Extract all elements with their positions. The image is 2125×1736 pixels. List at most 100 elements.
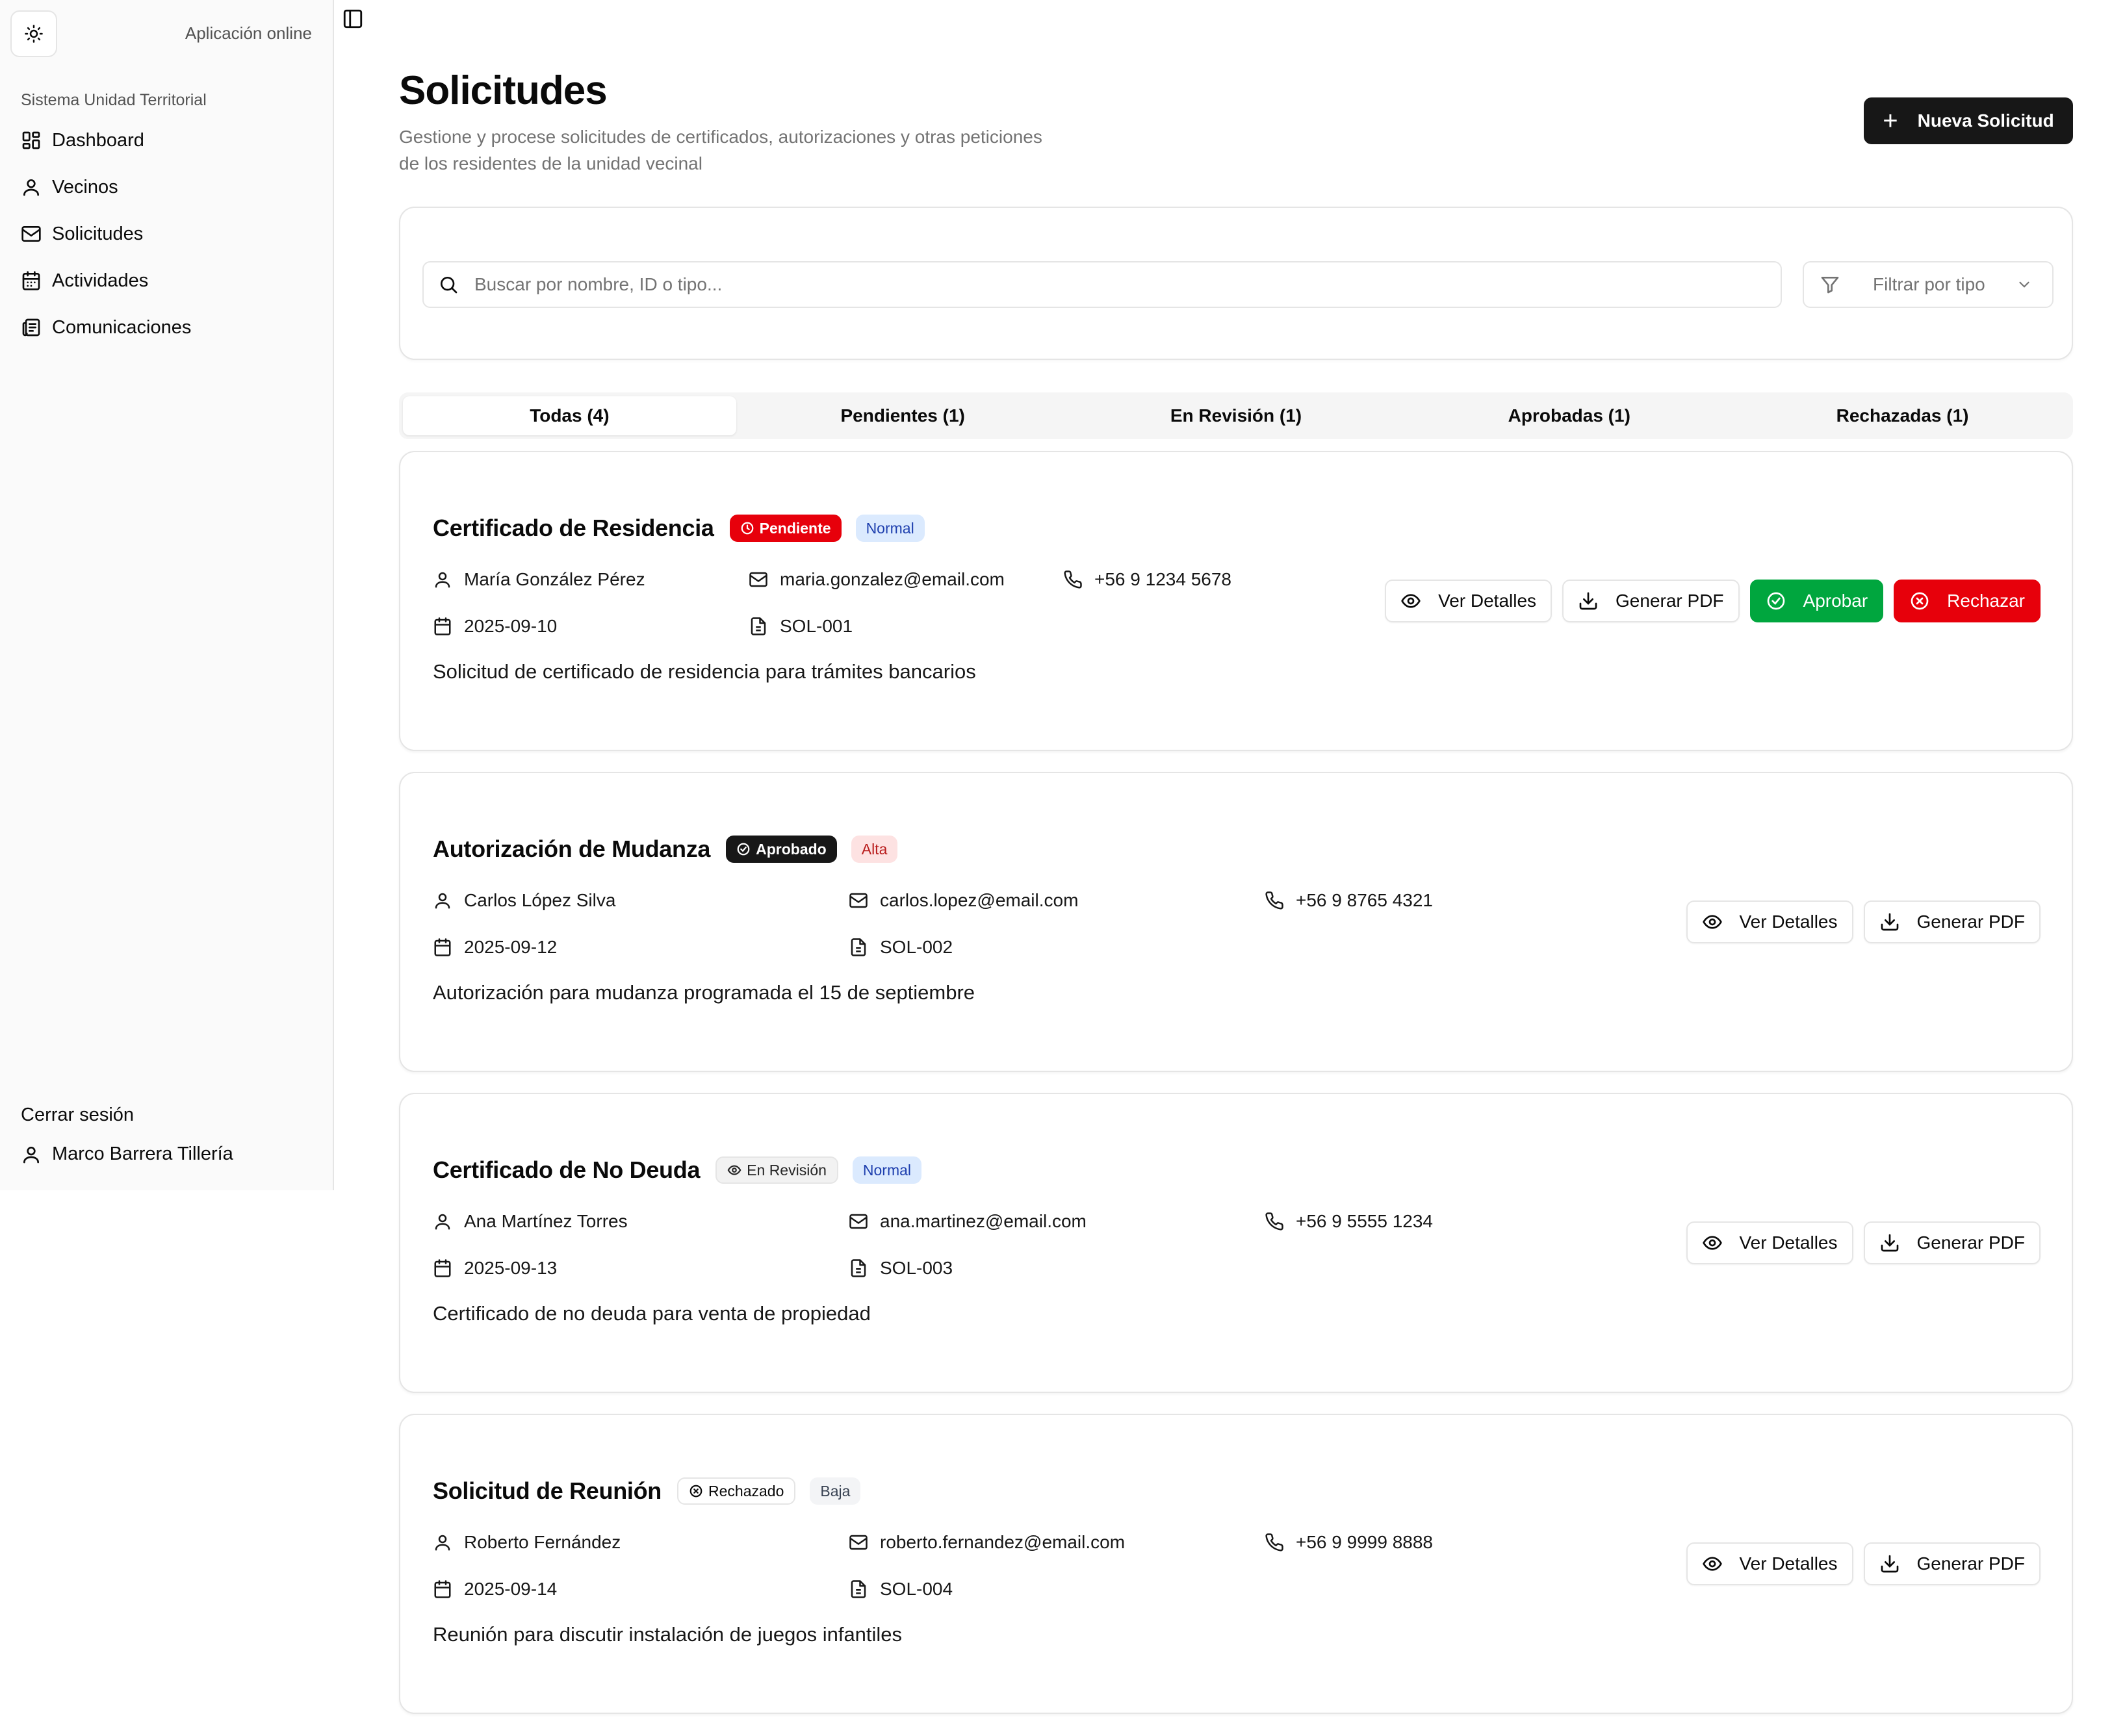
requester-name-text: María González Pérez <box>464 569 645 589</box>
request-title: Solicitud de Reunión <box>433 1477 662 1504</box>
view-details-label: Ver Detalles <box>1739 1553 1838 1574</box>
reject-label: Rechazar <box>1947 591 2025 611</box>
requester-email-text: roberto.fernandez@email.com <box>880 1532 1126 1552</box>
status-tabs: Todas (4) Pendientes (1) En Revisión (1)… <box>399 392 2073 439</box>
online-status: Aplicación online <box>185 23 312 43</box>
requester-name-text: Roberto Fernández <box>464 1532 621 1552</box>
type-filter-select[interactable]: Filtrar por tipo <box>1803 261 2054 308</box>
user-icon <box>435 1214 450 1230</box>
sidebar-nav: Dashboard Vecinos Solicitudes Actividade… <box>10 117 322 351</box>
generate-pdf-button[interactable]: Generar PDF <box>1562 580 1740 622</box>
status-badge: En Revisión <box>715 1156 838 1184</box>
calendar-icon <box>434 617 451 635</box>
requester-name: Carlos López Silva <box>433 890 615 911</box>
sidebar-toggle-icon[interactable] <box>342 8 364 30</box>
status-label: Pendiente <box>759 519 831 537</box>
request-description: Certificado de no deuda para venta de pr… <box>433 1302 871 1325</box>
priority-badge: Normal <box>855 515 925 542</box>
request-card: Certificado de No Deuda En Revisión Norm… <box>399 1093 2073 1393</box>
sidebar-item-actividades[interactable]: Actividades <box>10 257 322 304</box>
view-details-button[interactable]: Ver Detalles <box>1385 580 1552 622</box>
requester-phone-text: +56 9 5555 1234 <box>1296 1211 1433 1231</box>
eye-icon <box>1702 915 1722 929</box>
sidebar-item-label: Solicitudes <box>52 223 144 244</box>
sidebar-item-dashboard[interactable]: Dashboard <box>10 117 322 164</box>
eye-icon <box>727 1165 741 1175</box>
sidebar-item-solicitudes[interactable]: Solicitudes <box>10 211 322 257</box>
sidebar: Aplicación online Sistema Unidad Territo… <box>0 0 334 1190</box>
tab-rechazadas[interactable]: Rechazadas (1) <box>1736 396 2069 435</box>
logout-link[interactable]: Cerrar sesión <box>21 1104 134 1126</box>
requester-phone: +56 9 8765 4321 <box>1265 890 1433 911</box>
mail-icon <box>749 572 767 587</box>
document-icon <box>851 1259 866 1277</box>
search-icon <box>441 277 457 294</box>
plus-icon: + <box>1883 107 1898 135</box>
user-profile[interactable]: Marco Barrera Tillería <box>21 1143 233 1165</box>
request-date-text: 2025-09-12 <box>464 937 558 957</box>
sidebar-item-comunicaciones[interactable]: Comunicaciones <box>10 304 322 351</box>
requester-phone: +56 9 9999 8888 <box>1265 1532 1433 1553</box>
new-request-label: Nueva Solicitud <box>1917 110 2054 131</box>
new-request-button[interactable]: + Nueva Solicitud <box>1864 97 2073 144</box>
generate-pdf-button[interactable]: Generar PDF <box>1863 1221 2041 1264</box>
phone-icon <box>1064 570 1082 589</box>
request-id-text: SOL-004 <box>880 1579 953 1599</box>
eye-icon <box>1702 1557 1722 1571</box>
request-date: 2025-09-14 <box>433 1579 557 1600</box>
x-circle-icon <box>689 1485 702 1498</box>
tab-aprobadas[interactable]: Aprobadas (1) <box>1402 396 1736 435</box>
requester-phone-text: +56 9 8765 4321 <box>1296 890 1433 910</box>
download-icon <box>1579 592 1597 610</box>
status-badge: Aprobado <box>726 836 837 863</box>
download-icon <box>1881 913 1898 931</box>
newspaper-icon <box>22 318 40 337</box>
requester-name-text: Carlos López Silva <box>464 890 616 910</box>
request-title: Autorización de Mudanza <box>433 836 711 862</box>
requester-name: María González Pérez <box>433 569 645 590</box>
reject-button[interactable]: Rechazar <box>1894 580 2041 622</box>
request-id: SOL-001 <box>749 616 853 637</box>
request-date: 2025-09-12 <box>433 937 557 958</box>
page-description: Gestione y procese solicitudes de certif… <box>399 127 1042 173</box>
status-label: Rechazado <box>708 1482 784 1500</box>
search-box[interactable] <box>422 261 1782 308</box>
generate-pdf-label: Generar PDF <box>1916 912 2026 932</box>
sidebar-item-label: Vecinos <box>52 176 118 198</box>
eye-icon <box>1401 594 1421 608</box>
request-card: Certificado de Residencia Pendiente Norm… <box>399 451 2073 751</box>
request-id: SOL-004 <box>849 1579 953 1600</box>
user-icon <box>23 179 39 196</box>
phone-icon <box>1265 1212 1283 1231</box>
tab-pendientes[interactable]: Pendientes (1) <box>736 396 1070 435</box>
tab-todas[interactable]: Todas (4) <box>403 396 736 435</box>
user-icon <box>23 1146 39 1163</box>
status-label: En Revisión <box>747 1161 827 1179</box>
request-date-text: 2025-09-13 <box>464 1258 558 1278</box>
phone-icon <box>1265 1533 1283 1551</box>
request-title: Certificado de Residencia <box>433 515 714 541</box>
view-details-button[interactable]: Ver Detalles <box>1686 1542 1853 1585</box>
view-details-label: Ver Detalles <box>1739 1232 1838 1253</box>
search-input[interactable] <box>474 274 1709 295</box>
generate-pdf-button[interactable]: Generar PDF <box>1863 900 2041 943</box>
priority-badge: Normal <box>852 1156 922 1184</box>
request-header: Certificado de Residencia Pendiente Norm… <box>433 515 939 542</box>
approve-button[interactable]: Aprobar <box>1749 580 1884 622</box>
requester-name: Roberto Fernández <box>433 1532 621 1553</box>
filter-card: Filtrar por tipo <box>399 207 2073 360</box>
status-badge: Pendiente <box>729 515 842 542</box>
view-details-button[interactable]: Ver Detalles <box>1686 900 1853 943</box>
check-circle-icon <box>737 843 750 856</box>
document-icon <box>851 938 866 956</box>
user-icon <box>435 893 450 909</box>
sidebar-item-label: Comunicaciones <box>52 316 192 338</box>
calendar-icon <box>434 1259 451 1277</box>
theme-toggle-button[interactable] <box>10 10 57 57</box>
generate-pdf-button[interactable]: Generar PDF <box>1863 1542 2041 1585</box>
sidebar-item-vecinos[interactable]: Vecinos <box>10 164 322 211</box>
tab-en-revision[interactable]: En Revisión (1) <box>1070 396 1403 435</box>
clock-icon <box>741 522 753 535</box>
user-name: Marco Barrera Tillería <box>52 1143 233 1164</box>
view-details-button[interactable]: Ver Detalles <box>1686 1221 1853 1264</box>
